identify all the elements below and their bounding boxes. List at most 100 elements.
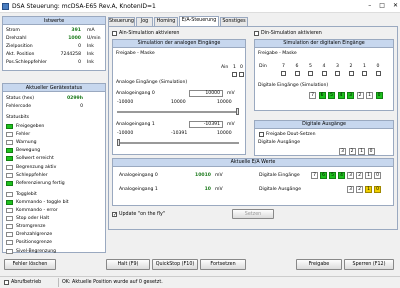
ain-ch0-input[interactable]: 10000 bbox=[189, 90, 223, 97]
geraetestatus-panel: Aktueller Gerätestatus Status (hex) 0299… bbox=[2, 83, 106, 254]
halt-button[interactable]: Halt (F9) bbox=[106, 259, 150, 270]
tab-jog[interactable]: Jog bbox=[136, 17, 153, 26]
akt-dout-label: Digitale Ausgänge bbox=[259, 187, 302, 192]
aktuelle-ea-title: Aktuelle E/A Werte bbox=[113, 159, 393, 167]
statusbit-indicator bbox=[6, 156, 13, 162]
ain-ch0-min: -10000 bbox=[117, 100, 134, 105]
ain-ch1-slider[interactable] bbox=[117, 139, 120, 146]
akt-a0-value: 10010 bbox=[195, 173, 211, 178]
ist-row-label: Akt. Position bbox=[6, 52, 35, 57]
statusbit-label: Stromgrenze bbox=[16, 224, 46, 230]
dout-set-checkbox[interactable] bbox=[259, 132, 264, 137]
din-mask-label: Freigabe - Maske bbox=[258, 51, 297, 56]
din-mask-checkbox[interactable] bbox=[321, 71, 327, 76]
ist-row-unit: Ink bbox=[87, 52, 94, 57]
din-mask-checkbox[interactable] bbox=[281, 71, 286, 76]
statusbit-label: Freigegeben bbox=[16, 124, 45, 129]
tab-homing[interactable]: Homing bbox=[154, 17, 178, 26]
ain-ch1-min: -10000 bbox=[117, 131, 134, 136]
statusbit-label: Schleppfehler bbox=[16, 172, 48, 178]
statusbit-indicator bbox=[6, 124, 13, 129]
din-sim-bit[interactable]: 5 bbox=[328, 92, 335, 99]
ist-row-value: 0 bbox=[78, 60, 81, 65]
din-mask-bit-label: 1 bbox=[363, 64, 366, 69]
ist-row-unit: Ink bbox=[87, 44, 94, 49]
statusbit-indicator bbox=[6, 232, 13, 238]
akt-dout-bit: 0 bbox=[374, 186, 381, 193]
dout-bit[interactable]: 1 bbox=[358, 148, 365, 155]
freigabe-button[interactable]: Freigabe bbox=[296, 259, 342, 270]
ain-1-label: 1 bbox=[233, 65, 236, 70]
ist-row-label: Pos.Schleppfehler bbox=[6, 60, 47, 65]
statusbits-label: Statusbits bbox=[6, 115, 30, 120]
din-mask-bit-label: 6 bbox=[295, 64, 299, 69]
app-icon bbox=[2, 3, 9, 10]
din-mask-checkbox[interactable] bbox=[294, 71, 300, 76]
din-simulation-group: Simulation der digitalen Eingänge Freiga… bbox=[254, 39, 394, 111]
close-icon[interactable]: ✕ bbox=[393, 2, 398, 9]
abrufbetrieb-label: Abrufbetrieb bbox=[11, 280, 42, 285]
tab-ea-steuerung[interactable]: E/A-Steuerung bbox=[179, 16, 219, 26]
dout-bit[interactable]: 0 bbox=[367, 148, 375, 155]
dout-bit[interactable]: 2 bbox=[348, 148, 356, 155]
akt-a0-label: Analogeingang 0 bbox=[119, 173, 158, 178]
akt-din-bit: 0 bbox=[374, 172, 381, 179]
din-sim-bit[interactable]: 0 bbox=[375, 92, 383, 99]
akt-a1-unit: mV bbox=[215, 187, 223, 192]
din-mask-checkbox[interactable] bbox=[335, 71, 340, 76]
ist-row-unit: U/min bbox=[87, 36, 101, 41]
maximize-icon[interactable]: □ bbox=[379, 2, 385, 9]
akt-a1-value: 10 bbox=[204, 187, 211, 192]
din-sim-checkbox[interactable] bbox=[254, 31, 259, 36]
din-sim-bit[interactable]: 7 bbox=[309, 92, 316, 99]
statusbit-indicator bbox=[6, 199, 13, 205]
tab-sonstiges[interactable]: Sonstiges bbox=[220, 17, 248, 26]
statusbit-label: Togglebit bbox=[16, 191, 37, 197]
update-on-fly-label: Update "on the fly" bbox=[119, 212, 166, 217]
quickstop-button[interactable]: QuickStop (F10) bbox=[152, 259, 198, 270]
statusbit-indicator bbox=[6, 148, 13, 154]
din-sim-bit[interactable]: 4 bbox=[337, 92, 345, 99]
setzen-button[interactable]: Setzen bbox=[232, 209, 274, 219]
ist-row-value: 391 bbox=[71, 28, 81, 33]
din-sim-bit[interactable]: 6 bbox=[318, 92, 326, 99]
din-sim-bit[interactable]: 3 bbox=[347, 92, 354, 99]
ain-ch0-slider[interactable] bbox=[236, 108, 239, 115]
din-mask-checkbox[interactable] bbox=[375, 71, 381, 76]
status-bar: Abrufbetrieb OK: Aktuelle Position wurde… bbox=[0, 276, 400, 288]
akt-dout-bit: 3 bbox=[347, 186, 354, 193]
ain-ch0-slider-track bbox=[117, 111, 239, 113]
aktuelle-ea-group: Aktuelle E/A Werte Analogeingang 0 10010… bbox=[112, 158, 394, 206]
din-mask-checkbox[interactable] bbox=[362, 71, 367, 76]
akt-dout-bit: 2 bbox=[356, 186, 363, 193]
ain-mask-0-checkbox[interactable] bbox=[239, 72, 244, 77]
dout-bit[interactable]: 3 bbox=[339, 148, 346, 155]
abrufbetrieb-checkbox[interactable] bbox=[4, 280, 9, 285]
fehler-loeschen-button[interactable]: Fehler löschen bbox=[4, 259, 56, 270]
din-mask-checkbox[interactable] bbox=[308, 71, 313, 76]
ist-row-label: Drehzahl bbox=[6, 36, 27, 41]
sperren-button[interactable]: Sperren (F12) bbox=[344, 259, 394, 270]
ist-row-value: 7244258 bbox=[60, 52, 81, 57]
minimize-icon[interactable]: – bbox=[368, 2, 371, 9]
statusbit-label: Begrenzung aktiv bbox=[16, 164, 57, 170]
statusbit-label: Kommando - error bbox=[16, 208, 58, 213]
ist-row-value: 1000 bbox=[68, 36, 81, 41]
din-sim-bit[interactable]: 1 bbox=[366, 92, 373, 99]
din-mask-checkbox[interactable] bbox=[348, 71, 354, 76]
din-mask-bit-label: 7 bbox=[282, 64, 285, 69]
ain-ch1-input[interactable]: -10391 bbox=[189, 121, 223, 128]
window-title: DSA Steuerung: mcDSA-E65 Rev.A, KnotenID… bbox=[12, 3, 156, 10]
ain-mask-1-checkbox[interactable] bbox=[232, 72, 237, 77]
ain-sim-checkbox[interactable] bbox=[112, 31, 117, 36]
akt-din-label: Digitale Eingänge bbox=[259, 173, 300, 178]
status-divider bbox=[58, 278, 59, 287]
status-message: OK: Aktuelle Position wurde auf 0 gesetz… bbox=[62, 280, 163, 285]
statusbit-indicator bbox=[6, 140, 13, 146]
fortsetzen-button[interactable]: Fortsetzen bbox=[200, 259, 246, 270]
din-label: Din bbox=[259, 64, 267, 69]
statusbit-indicator bbox=[6, 164, 13, 170]
tab-steuerung[interactable]: Steuerung bbox=[108, 17, 135, 26]
din-sim-bit[interactable]: 2 bbox=[356, 92, 364, 99]
update-on-fly-checkbox[interactable]: ✓ bbox=[112, 212, 117, 218]
